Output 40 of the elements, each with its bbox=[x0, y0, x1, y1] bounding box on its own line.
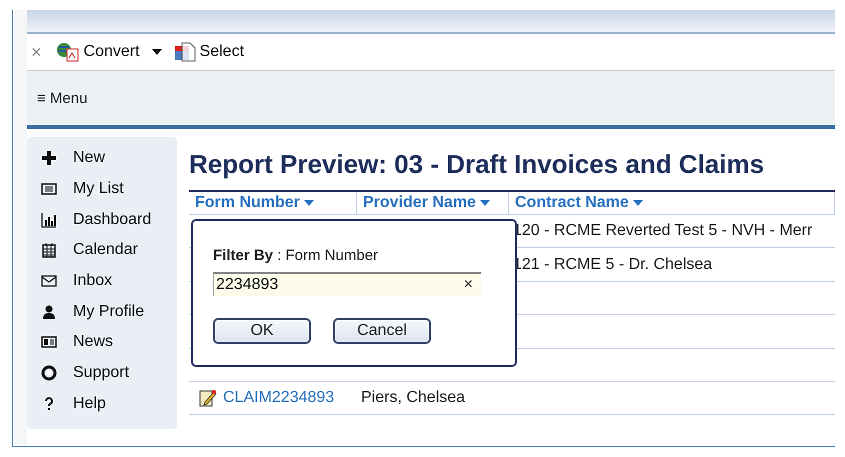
sidebar-item[interactable]: Support bbox=[27, 358, 177, 388]
cancel-button[interactable]: Cancel bbox=[333, 318, 431, 344]
select-pdf-icon bbox=[174, 42, 196, 62]
sidebar-item[interactable]: My List bbox=[27, 174, 177, 204]
provider-name: Piers, Chelsea bbox=[360, 389, 466, 406]
sidebar-item[interactable]: Calendar bbox=[27, 235, 177, 266]
column-header[interactable]: Provider Name bbox=[357, 192, 509, 214]
column-header[interactable]: Contract Name bbox=[509, 192, 835, 214]
convert-button[interactable]: Convert bbox=[54, 42, 142, 62]
dropdown-button[interactable] bbox=[150, 49, 164, 55]
menu-button[interactable]: ≡ Menu bbox=[37, 90, 88, 106]
calendar-icon bbox=[41, 242, 57, 258]
sidebar-item[interactable]: Dashboard bbox=[27, 204, 177, 236]
caret-icon bbox=[480, 200, 490, 206]
edit-document-icon bbox=[199, 389, 217, 408]
lifebuoy-icon bbox=[41, 365, 57, 382]
person-icon bbox=[41, 304, 57, 320]
select-button[interactable]: Select bbox=[172, 42, 246, 62]
ok-button[interactable]: OK bbox=[213, 318, 311, 344]
sidebar-item[interactable]: News bbox=[27, 327, 177, 358]
envelope-icon bbox=[41, 273, 57, 290]
caret-icon bbox=[632, 200, 643, 206]
filter-input-field[interactable]: 2234893 × bbox=[213, 272, 481, 296]
plus-icon bbox=[41, 150, 57, 166]
list-icon bbox=[41, 181, 57, 198]
clear-button[interactable]: × bbox=[456, 276, 481, 294]
close-button[interactable]: × bbox=[27, 42, 46, 62]
newspaper-icon bbox=[41, 334, 57, 350]
sidebar-item[interactable]: Inbox bbox=[27, 266, 177, 296]
caret-icon bbox=[304, 200, 314, 206]
form-number-link[interactable]: CLAIM2234893 bbox=[223, 389, 334, 408]
column-header[interactable]: Form Number bbox=[189, 192, 357, 214]
sidebar-item[interactable]: Help bbox=[27, 388, 177, 420]
bar-chart-icon bbox=[41, 212, 57, 228]
page-title: Report Preview: 03 - Draft Invoices and Claims bbox=[189, 149, 766, 180]
sidebar-item[interactable]: My Profile bbox=[27, 296, 177, 328]
caret-icon bbox=[152, 49, 162, 55]
globe-pdf-icon bbox=[56, 42, 80, 62]
sidebar-item[interactable]: New bbox=[27, 143, 177, 174]
filter-label: Filter By : Form Number bbox=[213, 247, 380, 264]
